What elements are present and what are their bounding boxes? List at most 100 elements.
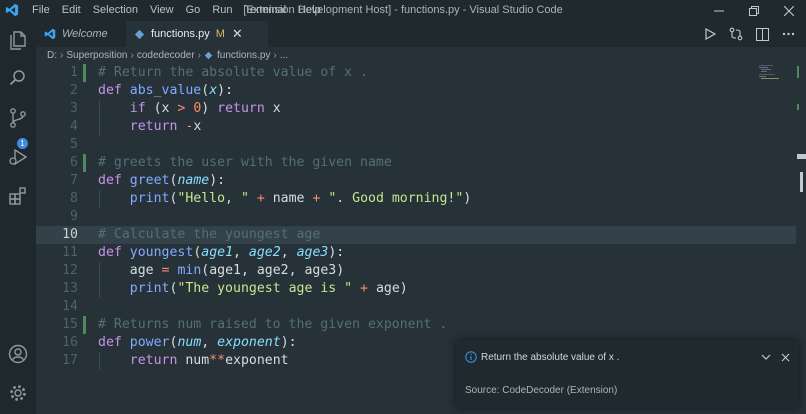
menu-help[interactable]: Help	[292, 0, 327, 21]
line-number: 12	[62, 263, 78, 278]
line-number: 17	[62, 353, 78, 368]
source-control-icon[interactable]	[7, 107, 29, 129]
activity-bar: 1	[0, 21, 36, 414]
line-number: 11	[62, 245, 78, 260]
more-actions-button[interactable]	[780, 26, 796, 42]
menu-go[interactable]: Go	[180, 0, 207, 21]
restore-button[interactable]	[737, 0, 771, 21]
code-text: # Calculate the youngest age	[98, 227, 321, 242]
chevron-right-icon: ›	[130, 50, 134, 61]
close-window-button[interactable]	[772, 0, 806, 21]
title-bar: File Edit Selection View Go Run Terminal…	[0, 0, 806, 21]
code-line[interactable]: 14	[36, 298, 796, 316]
tab-welcome[interactable]: Welcome	[36, 21, 126, 47]
split-editor-icon	[755, 27, 769, 41]
code-text: # Returns num raised to the given expone…	[98, 317, 448, 332]
collapse-notification-button[interactable]	[759, 350, 773, 364]
close-notification-button[interactable]	[778, 350, 792, 364]
extensions-icon[interactable]	[7, 185, 29, 207]
ellipsis-icon	[782, 32, 794, 36]
modified-indicator: M	[215, 28, 225, 40]
chevron-down-icon	[761, 354, 771, 360]
minimize-button[interactable]	[702, 0, 736, 21]
close-icon	[784, 5, 794, 16]
code-text: def greet(name):	[98, 173, 226, 188]
code-text: # Return the absolute value of x .	[98, 65, 368, 80]
tab-bar: Welcome functions.py M ✕	[36, 21, 806, 47]
settings-gear-icon[interactable]	[7, 382, 29, 404]
line-number: 5	[70, 137, 78, 152]
menu-edit[interactable]: Edit	[56, 0, 87, 21]
code-line[interactable]: 11 def youngest(age1, age2, age3):	[36, 244, 796, 262]
compare-changes-icon	[729, 27, 743, 41]
code-text: def youngest(age1, age2, age3):	[98, 245, 345, 260]
code-line[interactable]: 7 def greet(name):	[36, 172, 796, 190]
open-changes-button[interactable]	[728, 26, 744, 42]
code-line[interactable]: 5	[36, 136, 796, 154]
code-line[interactable]: 12 age = min(age1, age2, age3)	[36, 262, 796, 280]
line-number: 16	[62, 335, 78, 350]
current-code-line[interactable]: 10 # Calculate the youngest age	[36, 226, 796, 244]
menu-bar: File Edit Selection View Go Run Terminal…	[26, 0, 327, 21]
code-line[interactable]: 3 if (x > 0) return x	[36, 100, 796, 118]
code-text: def abs_value(x):	[98, 83, 234, 98]
code-text: if (x > 0) return x	[129, 101, 281, 116]
breadcrumb-symbol[interactable]: ...	[280, 50, 288, 61]
code-text: age = min(age1, age2, age3)	[98, 263, 345, 278]
notification-message: Return the absolute value of x .	[481, 352, 620, 363]
close-icon	[781, 353, 789, 361]
code-line[interactable]: 8 print("Hello, " + name + ". Good morni…	[36, 190, 796, 208]
line-number: 6	[70, 155, 78, 170]
account-icon[interactable]	[7, 343, 29, 365]
line-number: 1	[70, 65, 78, 80]
menu-terminal[interactable]: Terminal	[239, 0, 293, 21]
tab-label: Welcome	[62, 28, 108, 40]
line-number: 8	[70, 191, 78, 206]
vscode-logo-icon	[44, 28, 56, 40]
close-tab-button[interactable]: ✕	[232, 26, 243, 42]
line-number: 15	[62, 317, 78, 332]
line-number: 3	[70, 101, 78, 116]
line-number: 14	[62, 299, 78, 314]
python-file-icon	[204, 51, 213, 60]
breadcrumb-superposition[interactable]: Superposition	[66, 50, 127, 61]
line-number: 9	[70, 209, 78, 224]
line-number: 7	[70, 173, 78, 188]
menu-view[interactable]: View	[144, 0, 180, 21]
breadcrumb-drive[interactable]: D:	[47, 50, 57, 61]
run-debug-icon[interactable]	[7, 146, 29, 168]
vscode-logo-icon	[5, 3, 19, 17]
restore-icon	[749, 5, 759, 16]
breadcrumb-file[interactable]: functions.py	[217, 50, 270, 61]
run-button[interactable]	[702, 26, 718, 42]
code-line[interactable]: 4 return -x	[36, 118, 796, 136]
code-text: def power(num, exponent):	[98, 335, 297, 350]
menu-run[interactable]: Run	[206, 0, 238, 21]
line-number: 4	[70, 119, 78, 134]
chevron-right-icon: ›	[60, 50, 64, 61]
search-icon[interactable]	[7, 67, 29, 89]
code-text: # greets the user with the given name	[98, 155, 392, 170]
line-number: 10	[62, 227, 78, 242]
explorer-icon[interactable]	[7, 29, 29, 51]
menu-selection[interactable]: Selection	[87, 0, 144, 21]
menu-file[interactable]: File	[26, 0, 56, 21]
chevron-right-icon: ›	[273, 50, 277, 61]
notification-source: Source: CodeDecoder (Extension)	[465, 385, 618, 396]
minimap[interactable]	[758, 64, 788, 84]
split-editor-button[interactable]	[754, 26, 770, 42]
code-line[interactable]: 13 print("The youngest age is " + age)	[36, 280, 796, 298]
code-line[interactable]: 15 # Returns num raised to the given expo…	[36, 316, 796, 334]
chevron-right-icon: ›	[197, 50, 202, 61]
code-text: print("Hello, " + name + ". Good morning…	[129, 191, 472, 206]
breadcrumb-codedecoder[interactable]: codedecoder	[137, 50, 195, 61]
code-line[interactable]: 1 # Return the absolute value of x .	[36, 64, 796, 82]
tab-label: functions.py	[151, 28, 210, 40]
code-line[interactable]: 6 # greets the user with the given name	[36, 154, 796, 172]
code-text: return num**exponent	[129, 353, 289, 368]
code-line[interactable]: 9	[36, 208, 796, 226]
code-text: print("The youngest age is " + age)	[129, 281, 408, 296]
line-number: 2	[70, 83, 78, 98]
tab-functions-py[interactable]: functions.py M ✕	[126, 21, 268, 47]
code-line[interactable]: 2 def abs_value(x):	[36, 82, 796, 100]
